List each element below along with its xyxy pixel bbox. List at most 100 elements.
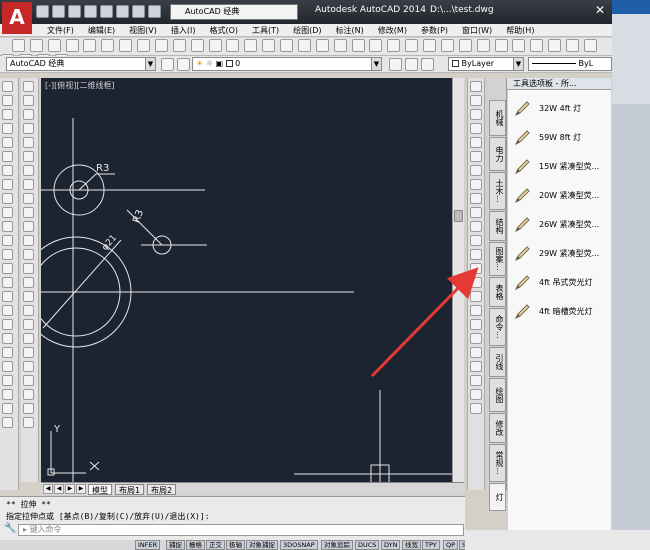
status-toggle[interactable]: 对象追踪 [321,540,353,550]
snap-parallel-icon[interactable] [23,375,34,386]
properties-icon[interactable] [148,5,161,18]
menu-item[interactable]: 文件(F) [40,24,81,36]
layer-combo[interactable]: ☀ ☼ ▣ 0 ▼ [192,57,382,71]
open-icon[interactable] [29,39,43,52]
break-icon[interactable] [23,179,34,190]
snap-perpendicular-icon[interactable] [23,361,34,372]
palette-item[interactable]: 4ft 暗槽荧光灯 [514,301,610,321]
palette-tab[interactable]: 机械 [489,100,506,136]
vertical-scrollbar[interactable] [452,78,464,482]
zoom-window-icon[interactable] [297,39,311,52]
polyline-icon[interactable] [2,109,13,120]
sheet-set-icon[interactable] [387,39,401,52]
layout-icon[interactable] [470,263,482,274]
array-icon[interactable] [2,417,13,428]
text-icon[interactable] [470,193,482,204]
offset-icon[interactable] [2,403,13,414]
redo-icon[interactable] [132,5,145,18]
properties-icon[interactable] [333,39,347,52]
menu-item[interactable]: 帮助(H) [499,24,541,36]
add-selected-icon[interactable] [2,347,13,358]
drawing-canvas[interactable]: [-][俯视][二维线框] R3 R3 φ21 Y [41,78,464,482]
dimension-linear-icon[interactable] [458,39,472,52]
snap-quadrant-icon[interactable] [23,333,34,344]
status-toggle[interactable]: 正交 [206,540,225,550]
quickcalc-icon[interactable] [423,39,436,52]
circle-icon[interactable] [2,165,13,176]
palette-item[interactable]: 32W 4ft 灯 [514,98,610,118]
autocad-logo-button[interactable]: A [2,2,32,34]
snap-insert-icon[interactable] [23,389,34,400]
status-toggle[interactable]: 栅格 [186,540,205,550]
extend-icon[interactable] [23,151,34,162]
pan-icon[interactable] [262,39,276,52]
3d-dwf-icon[interactable] [119,39,133,52]
markup-icon[interactable] [405,39,419,52]
palette-tab[interactable]: 结构 [489,211,506,241]
palette-item[interactable]: 59W 8ft 灯 [514,127,610,147]
dimension-aligned-icon[interactable] [476,39,490,52]
layer-match-icon[interactable] [421,58,434,71]
palette-title[interactable]: 工具选项板 - 所... [507,78,611,90]
status-toggle[interactable]: INFER [135,540,161,550]
snap-center-icon[interactable] [23,319,34,330]
zoom-previous-icon[interactable] [315,39,329,52]
design-center-icon[interactable] [351,39,365,52]
fillet-icon[interactable] [23,221,34,232]
command-input[interactable]: ▸ 键入命令 [18,524,464,536]
align-icon[interactable] [470,151,482,162]
publish-icon[interactable] [101,39,115,52]
palette-item[interactable]: 4ft 吊式荧光灯 [514,272,610,292]
menu-item[interactable]: 插入(I) [164,24,203,36]
save-icon[interactable] [68,5,81,18]
gradient-icon[interactable] [2,291,13,302]
solid-cone-icon[interactable] [470,109,482,120]
table-icon[interactable] [2,319,13,330]
mirror-icon[interactable] [2,389,13,400]
web-icon[interactable] [470,347,482,358]
move-icon[interactable] [23,81,34,92]
menu-item[interactable]: 工具(T) [245,24,286,36]
help-icon[interactable] [440,39,454,52]
layer-icon[interactable] [470,123,482,134]
arc-icon[interactable] [2,151,13,162]
menu-item[interactable]: 修改(M) [371,24,414,36]
status-toggle[interactable]: QP [443,540,459,550]
snap-nearest-icon[interactable] [23,417,34,428]
palette-tab[interactable]: 灯 [489,483,506,511]
dimension-continue-icon[interactable] [583,39,597,52]
linetype-combo[interactable]: ByL [528,57,612,71]
spline-icon[interactable] [2,193,13,204]
palette-tab[interactable]: 命令... [489,308,506,346]
print-icon[interactable] [100,5,113,18]
status-toggle[interactable]: TPY [422,540,440,550]
palette-tab[interactable]: 绘图 [489,378,506,412]
palette-tab[interactable]: 土木... [489,172,506,210]
scroll-thumb[interactable] [454,210,463,222]
plot-preview-icon[interactable] [83,39,97,52]
palette-tab[interactable]: 电力 [489,137,506,171]
ellipse-arc-icon[interactable] [2,221,13,232]
snap-intersection-icon[interactable] [23,277,34,288]
snap-midpoint-icon[interactable] [23,263,34,274]
join-icon[interactable] [23,193,34,204]
zoom-realtime-icon[interactable] [280,39,293,52]
menu-item[interactable]: 绘图(D) [286,24,328,36]
tab-layout2[interactable]: 布局2 [147,484,177,495]
snap-endpoint-icon[interactable] [23,249,34,260]
chamfer-icon[interactable] [23,207,34,218]
refedit-icon[interactable] [470,165,482,176]
copy-object-icon[interactable] [2,375,13,386]
rotate-icon[interactable] [23,95,34,106]
dim-diameter-icon[interactable] [470,249,482,260]
stretch-icon[interactable] [470,277,482,288]
dim-linear-icon[interactable] [470,207,482,218]
visual-style-icon[interactable] [470,375,482,386]
status-toggle[interactable]: 3DOSNAP [280,540,318,550]
menu-item[interactable]: 标注(N) [329,24,371,36]
workspace-combo[interactable]: AutoCAD 经典 ▼ [6,57,156,71]
layer-previous-icon[interactable] [405,58,418,71]
insert-block-icon[interactable] [2,235,13,246]
status-toggle[interactable]: 对象捕捉 [246,540,278,550]
view-icon[interactable] [470,361,482,372]
